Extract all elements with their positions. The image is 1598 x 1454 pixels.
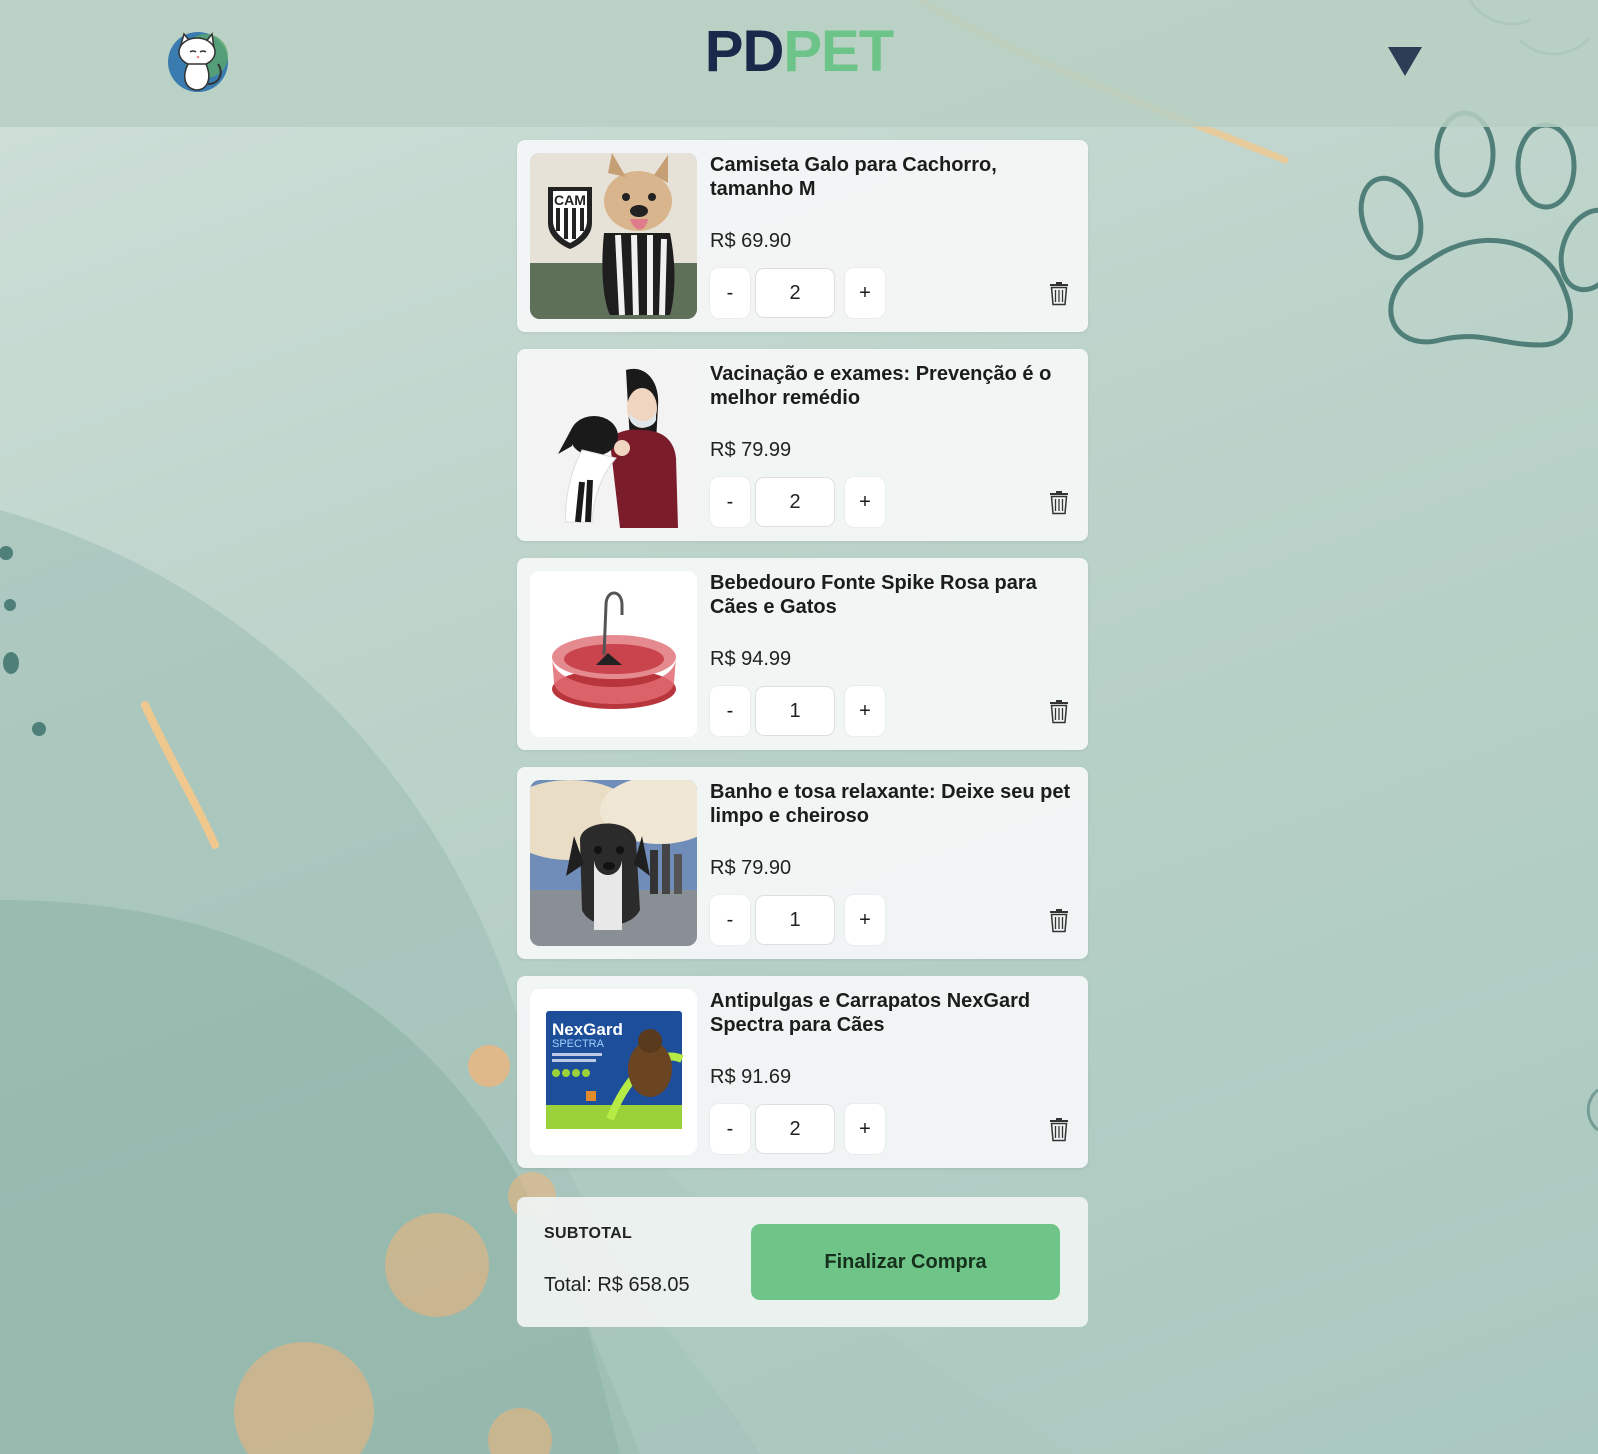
increase-quantity-button[interactable]: + [845,686,885,736]
product-price: R$ 79.90 [710,857,792,879]
total-amount: Total: R$ 658.05 [544,1274,690,1296]
product-title: Bebedouro Fonte Spike Rosa para Cães e G… [710,572,1037,618]
decrease-quantity-button[interactable]: - [710,1104,750,1154]
checkout-button[interactable]: Finalizar Compra [751,1224,1060,1300]
decrease-quantity-button[interactable]: - [710,686,750,736]
product-title: Antipulgas e Carrapatos NexGard Spectra … [710,990,1031,1036]
trash-icon[interactable] [1048,1116,1070,1142]
product-title: Camiseta Galo para Cachorro, tamanho M [710,154,997,200]
shirt-crest-text: CAM [554,192,586,208]
site-header: PDPET [0,0,1598,127]
product-image-vaccination [530,362,697,528]
cart-list: CAM Camiseta Galo para Cachorro, tamanho… [517,140,1088,1185]
brand-text-pet: PET [783,19,894,84]
product-image-nexgard: NexGard SPECTRA [530,989,697,1155]
product-image-dog-shirt: CAM [530,153,697,319]
increase-quantity-button[interactable]: + [845,1104,885,1154]
nexgard-line-text: SPECTRA [552,1038,605,1050]
product-image-water-fountain [530,571,697,737]
increase-quantity-button[interactable]: + [845,268,885,318]
brand-logo[interactable]: PDPET [0,18,1598,85]
quantity-input[interactable]: 1 [755,895,835,945]
product-price: R$ 79.99 [710,439,792,461]
order-summary: SUBTOTAL Total: R$ 658.05 Finalizar Comp… [517,1197,1088,1327]
decrease-quantity-button[interactable]: - [710,477,750,527]
cart-item: NexGard SPECTRA Antipulgas e Carrapatos … [517,976,1088,1168]
subtotal-label: SUBTOTAL [544,1225,633,1242]
product-title: Banho e tosa relaxante: Deixe seu pet li… [710,781,1071,827]
increase-quantity-button[interactable]: + [845,895,885,945]
product-price: R$ 69.90 [710,230,792,252]
cart-item: Vacinação e exames: Prevenção é o melhor… [517,349,1088,541]
decrease-quantity-button[interactable]: - [710,895,750,945]
increase-quantity-button[interactable]: + [845,477,885,527]
cart-item: Banho e tosa relaxante: Deixe seu pet li… [517,767,1088,959]
cart-item: Bebedouro Fonte Spike Rosa para Cães e G… [517,558,1088,750]
trash-icon[interactable] [1048,280,1070,306]
product-image-dog-bath [530,780,697,946]
product-price: R$ 91.69 [710,1066,792,1088]
product-title: Vacinação e exames: Prevenção é o melhor… [710,363,1052,409]
decrease-quantity-button[interactable]: - [710,268,750,318]
quantity-input[interactable]: 2 [755,477,835,527]
quantity-input[interactable]: 2 [755,268,835,318]
trash-icon[interactable] [1048,698,1070,724]
nexgard-brand-text: NexGard [552,1020,623,1039]
quantity-input[interactable]: 2 [755,1104,835,1154]
cart-item: CAM Camiseta Galo para Cachorro, tamanho… [517,140,1088,332]
brand-text-pd: PD [704,19,785,84]
quantity-input[interactable]: 1 [755,686,835,736]
dropdown-triangle-icon[interactable] [1388,47,1422,76]
product-price: R$ 94.99 [710,648,792,670]
trash-icon[interactable] [1048,489,1070,515]
trash-icon[interactable] [1048,907,1070,933]
